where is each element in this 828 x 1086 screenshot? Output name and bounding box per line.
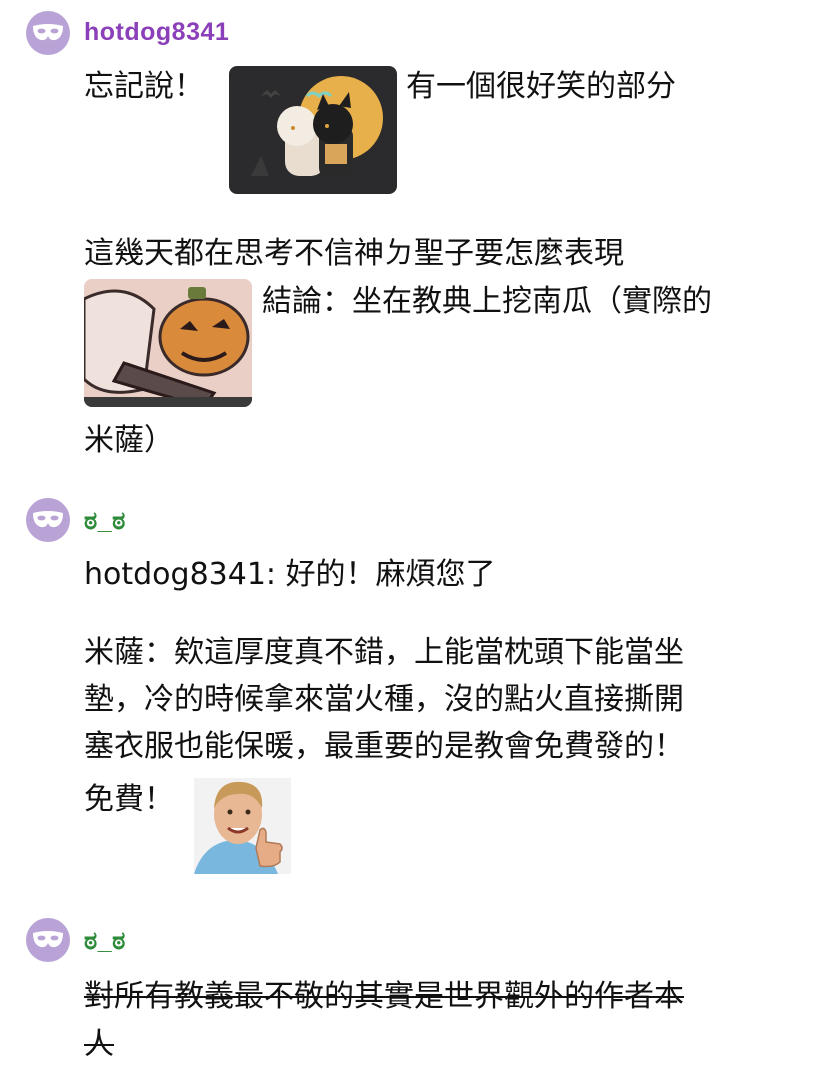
- message-text: 免費！: [84, 782, 174, 817]
- mask-icon: [33, 511, 63, 528]
- sticker-pumpkin[interactable]: [84, 279, 252, 407]
- sticker-thumbs-up[interactable]: [194, 778, 291, 874]
- sticker-anime-duo[interactable]: [229, 66, 397, 194]
- message-text: 忘記說！: [84, 69, 204, 104]
- message-text: 墊，冷的時候拿來當火種，沒的點火直接撕開: [84, 682, 684, 717]
- username[interactable]: ಠ_ಠ: [84, 507, 126, 536]
- message-text: 塞衣服也能保暖，最重要的是教會免費發的！: [84, 729, 684, 764]
- username[interactable]: hotdog8341: [84, 18, 229, 47]
- avatar[interactable]: [26, 498, 70, 542]
- message-text: 結論：坐在教典上挖南瓜（實際的: [262, 284, 712, 319]
- anime-duo-halloween-sticker: [251, 76, 383, 178]
- avatar[interactable]: [26, 918, 70, 962]
- message-text: hotdog8341: 好的！麻煩您了: [84, 557, 496, 592]
- strikethrough-text: 人: [84, 1027, 114, 1062]
- avatar[interactable]: [26, 11, 70, 55]
- message-text: 米薩：欸這厚度真不錯，上能當枕頭下能當坐: [84, 635, 684, 670]
- message-text: 有一個很好笑的部分: [406, 69, 676, 104]
- strikethrough-text: 對所有教義最不敬的其實是世界觀外的作者本: [84, 979, 684, 1014]
- message-text: 米薩）: [84, 423, 174, 458]
- username[interactable]: ಠ_ಠ: [84, 927, 126, 956]
- message-text: 這幾天都在思考不信神ㄉ聖子要怎麼表現: [84, 236, 624, 271]
- mask-icon: [33, 24, 63, 41]
- mask-icon: [33, 931, 63, 948]
- pumpkin-book-sticker: [84, 279, 252, 407]
- thumbs-up-guy-sticker: [194, 778, 291, 874]
